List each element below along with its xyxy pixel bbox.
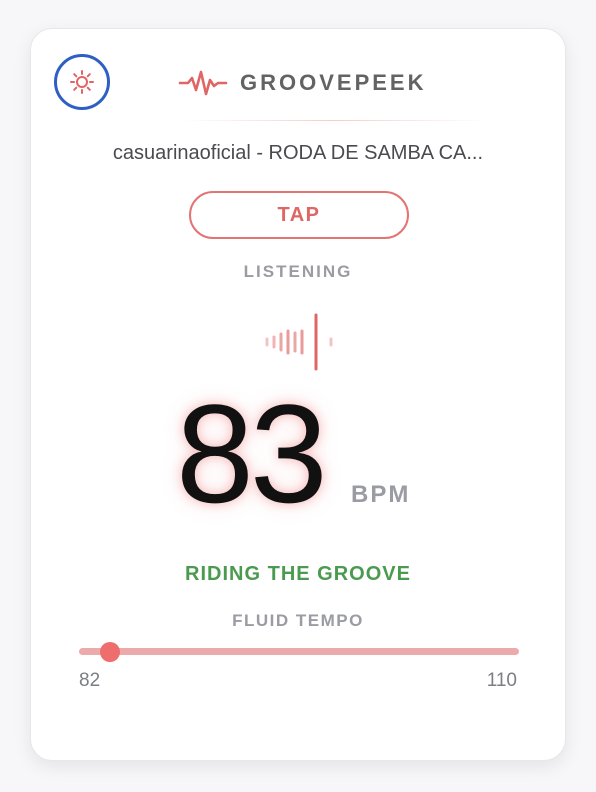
brand: GROOVEPEEK [178,65,426,101]
range-min-label: 82 [79,670,101,691]
brand-name: GROOVEPEEK [240,70,427,95]
header-divider [181,120,487,121]
pulse-wave-icon [178,70,228,96]
tempo-range-slider[interactable] [79,642,519,662]
slider-thumb[interactable] [99,642,120,662]
listening-status: LISTENING [243,262,353,281]
theme-toggle-button[interactable] [54,54,110,110]
range-max-label: 110 [486,670,517,691]
sun-icon [70,70,94,94]
audio-waveform-icon [265,313,333,371]
bpm-display: 83 BPM [176,384,436,524]
groove-status: RIDING THE GROOVE [185,563,411,585]
tempo-mode-label: FLUID TEMPO [232,611,364,630]
track-title: casuarinaoficial - RODA DE SAMBA CA... [112,142,484,164]
tap-button[interactable]: TAP [189,191,409,239]
slider-track [79,648,519,655]
tempo-card: GROOVEPEEK casuarinaoficial - RODA DE SA… [30,28,566,761]
bpm-unit: BPM [351,481,411,508]
bpm-value: 83 [176,375,328,532]
